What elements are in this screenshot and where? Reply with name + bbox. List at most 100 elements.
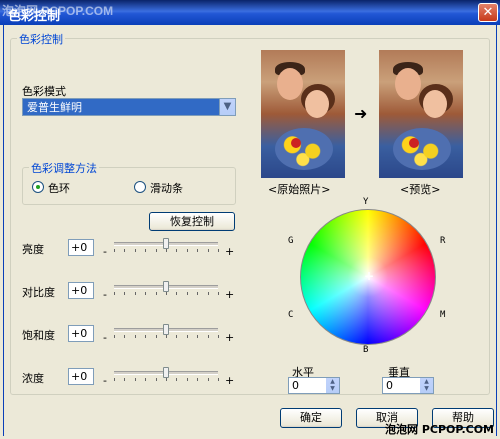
slider-tick: [156, 335, 157, 338]
watermark-top: 泡泡网 PCPOP.COM: [2, 4, 114, 18]
slider-tick: [156, 292, 157, 295]
spin-arrows-icon[interactable]: ▲ ▼: [326, 378, 339, 393]
slider-minus: -: [103, 374, 107, 387]
vertical-value: 0: [386, 379, 393, 392]
slider-tick: [166, 378, 167, 381]
color-wheel[interactable]: +: [300, 209, 436, 345]
slider-minus: -: [103, 245, 107, 258]
slider-tick: [197, 292, 198, 295]
wheel-letter-g: G: [288, 236, 294, 246]
slider-thumb[interactable]: [163, 367, 169, 378]
wheel-letter-b: B: [363, 345, 369, 355]
slider-tick: [176, 249, 177, 252]
slider-tick: [187, 292, 188, 295]
slider-label: 对比度: [22, 286, 55, 299]
radio-color-wheel[interactable]: [32, 181, 44, 193]
color-mode-select[interactable]: 爱普生鲜明 ▼: [22, 98, 236, 116]
slider-value-field[interactable]: +0: [68, 239, 94, 256]
slider-tick: [197, 378, 198, 381]
adjust-method-label: 色彩调整方法: [29, 160, 99, 176]
slider-tick: [197, 335, 198, 338]
slider-thumb[interactable]: [163, 281, 169, 292]
slider-label: 亮度: [22, 243, 44, 256]
slider-tick: [197, 249, 198, 252]
slider-plus: +: [225, 288, 235, 301]
slider-tick: [166, 249, 167, 252]
slider-tick: [135, 378, 136, 381]
ok-button[interactable]: 确定: [280, 408, 342, 428]
restore-button[interactable]: 恢复控制: [149, 212, 235, 231]
vertical-spinbox[interactable]: 0 ▲ ▼: [382, 377, 434, 394]
slider-tick: [187, 249, 188, 252]
slider-plus: +: [225, 331, 235, 344]
slider-label: 浓度: [22, 372, 44, 385]
slider-tick: [135, 335, 136, 338]
wheel-letter-y: Y: [363, 197, 369, 207]
slider-tick: [176, 292, 177, 295]
radio-slider-label: 滑动条: [150, 182, 183, 195]
slider-tick: [156, 378, 157, 381]
dialog-body: 色彩控制 色彩模式 爱普生鲜明 ▼ 色彩调整方法 色环 滑动条 恢复控制 亮度 +…: [3, 25, 497, 436]
slider-tick: [124, 249, 125, 252]
slider-value-field[interactable]: +0: [68, 282, 94, 299]
chevron-down-icon[interactable]: ▼: [219, 99, 235, 115]
slider-tick: [176, 378, 177, 381]
right-arrow-icon: ➜: [354, 104, 368, 123]
slider-tick: [124, 292, 125, 295]
slider-tick: [166, 335, 167, 338]
slider-tick: [135, 292, 136, 295]
color-mode-value: 爱普生鲜明: [27, 101, 82, 114]
slider-tick: [145, 378, 146, 381]
original-photo-label: <原始照片>: [268, 183, 331, 196]
preview-photo-label: <预览>: [400, 183, 441, 196]
slider-minus: -: [103, 331, 107, 344]
slider-tick: [208, 249, 209, 252]
slider-value-field[interactable]: +0: [68, 325, 94, 342]
color-mode-label: 色彩模式: [22, 85, 66, 98]
wheel-letter-r: R: [440, 236, 446, 246]
slider-tick: [145, 249, 146, 252]
horizontal-spinbox[interactable]: 0 ▲ ▼: [288, 377, 340, 394]
wheel-center-mark[interactable]: +: [364, 269, 374, 283]
slider-tick: [166, 292, 167, 295]
slider-tick: [114, 335, 115, 338]
watermark-bottom: 泡泡网 PCPOP.COM: [385, 423, 494, 436]
slider-thumb[interactable]: [163, 238, 169, 249]
radio-color-wheel-label: 色环: [48, 182, 70, 195]
slider-label: 饱和度: [22, 329, 55, 342]
radio-slider[interactable]: [134, 181, 146, 193]
color-control-group-label: 色彩控制: [17, 31, 65, 47]
slider-minus: -: [103, 288, 107, 301]
slider-tick: [145, 335, 146, 338]
close-button[interactable]: ✕: [478, 3, 498, 22]
slider-tick: [208, 292, 209, 295]
slider-tick: [114, 292, 115, 295]
slider-tick: [218, 378, 219, 381]
slider-tick: [218, 335, 219, 338]
slider-plus: +: [225, 245, 235, 258]
slider-tick: [218, 249, 219, 252]
slider-tick: [156, 249, 157, 252]
slider-value-field[interactable]: +0: [68, 368, 94, 385]
slider-tick: [135, 249, 136, 252]
slider-tick: [176, 335, 177, 338]
slider-tick: [218, 292, 219, 295]
slider-tick: [187, 335, 188, 338]
slider-tick: [124, 378, 125, 381]
title-bar: 色彩控制 泡泡网 PCPOP.COM ✕: [0, 0, 500, 25]
slider-thumb[interactable]: [163, 324, 169, 335]
preview-photo: [379, 50, 463, 178]
slider-plus: +: [225, 374, 235, 387]
slider-tick: [114, 378, 115, 381]
wheel-letter-m: M: [440, 310, 446, 320]
wheel-letter-c: C: [288, 310, 294, 320]
slider-tick: [124, 335, 125, 338]
slider-tick: [114, 249, 115, 252]
slider-tick: [208, 335, 209, 338]
slider-tick: [187, 378, 188, 381]
horizontal-value: 0: [292, 379, 299, 392]
original-photo: [261, 50, 345, 178]
slider-tick: [208, 378, 209, 381]
slider-tick: [145, 292, 146, 295]
spin-arrows-icon[interactable]: ▲ ▼: [420, 378, 433, 393]
